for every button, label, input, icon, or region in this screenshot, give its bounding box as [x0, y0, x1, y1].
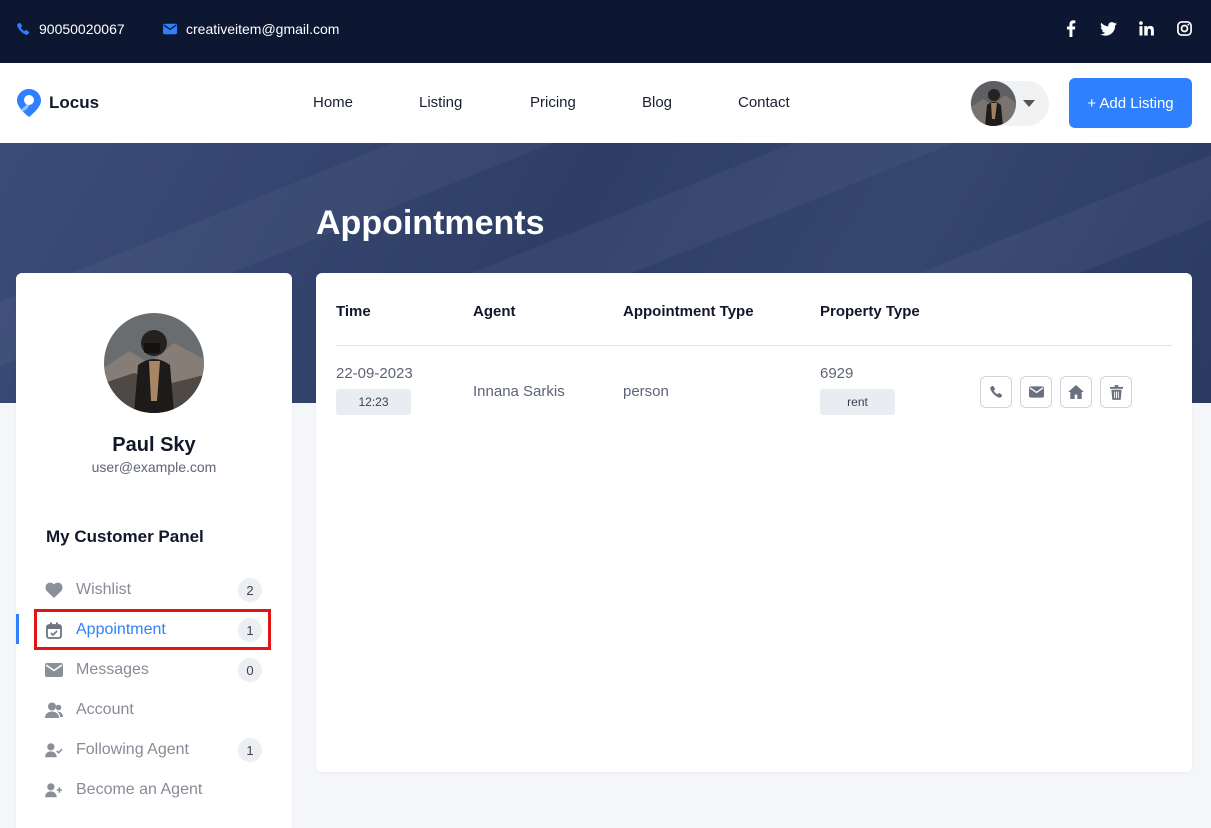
column-header-appointment-type: Appointment Type [623, 303, 754, 320]
sidebar-item-label: Become an Agent [76, 781, 203, 798]
appointment-type: person [623, 383, 669, 400]
sidebar-item-label: Account [76, 701, 134, 718]
nav-home[interactable]: Home [313, 94, 353, 111]
email-contact[interactable]: creativeitem@gmail.com [163, 21, 339, 37]
trash-icon [1109, 384, 1123, 400]
sidebar-item-wishlist[interactable]: Wishlist 2 [16, 572, 292, 608]
sidebar-item-messages[interactable]: Messages 0 [16, 652, 292, 688]
sidebar-item-become-agent[interactable]: Become an Agent [16, 772, 292, 808]
envelope-icon [163, 23, 177, 35]
avatar [971, 81, 1016, 126]
header-divider [336, 345, 1172, 346]
add-listing-button[interactable]: + Add Listing [1069, 78, 1192, 128]
nav-pricing[interactable]: Pricing [530, 94, 576, 111]
phone-number: 90050020067 [39, 21, 125, 37]
profile-email: user@example.com [91, 459, 217, 475]
sidebar-item-following-agent[interactable]: Following Agent 1 [16, 732, 292, 768]
count-badge: 1 [238, 738, 262, 762]
sidebar-item-label: Wishlist [76, 581, 132, 598]
user-plus-icon [45, 781, 63, 799]
nav-blog[interactable]: Blog [642, 94, 672, 111]
location-pin-icon [17, 89, 41, 117]
count-badge: 0 [238, 658, 262, 682]
panel-title: My Customer Panel [46, 527, 204, 546]
nav-contact[interactable]: Contact [738, 94, 790, 111]
property-type-badge: rent [820, 389, 895, 415]
envelope-icon [1028, 386, 1044, 398]
brand-logo[interactable]: Locus [16, 88, 99, 118]
view-property-button[interactable] [1060, 376, 1092, 408]
linkedin-icon[interactable] [1138, 20, 1155, 37]
heart-icon [45, 581, 63, 599]
nav-listing[interactable]: Listing [419, 94, 462, 111]
top-bar: 90050020067 creativeitem@gmail.com [0, 0, 1211, 63]
home-icon [1068, 385, 1084, 399]
customer-sidebar: Paul Sky user@example.com My Customer Pa… [16, 273, 292, 828]
phone-icon [990, 385, 1003, 398]
sidebar-item-account[interactable]: Account [16, 692, 292, 728]
main-navbar: Locus Home Listing Pricing Blog Contact … [0, 63, 1211, 143]
profile-avatar [104, 313, 204, 413]
column-header-property-type: Property Type [820, 303, 920, 320]
appointment-date: 22-09-2023 [336, 365, 413, 382]
appointments-table: Time Agent Appointment Type Property Typ… [316, 273, 1192, 772]
instagram-icon[interactable] [1176, 20, 1193, 37]
user-check-icon [45, 741, 63, 759]
delete-button[interactable] [1100, 376, 1132, 408]
social-links [1062, 20, 1193, 37]
profile-name: Paul Sky [112, 434, 196, 456]
agent-name: Innana Sarkis [473, 383, 565, 400]
chevron-down-icon [1023, 100, 1035, 107]
column-header-time: Time [336, 303, 371, 320]
brand-name: Locus [49, 93, 100, 112]
sidebar-item-label: Following Agent [76, 741, 189, 758]
call-button[interactable] [980, 376, 1012, 408]
email-address: creativeitem@gmail.com [186, 21, 340, 37]
twitter-icon[interactable] [1100, 20, 1117, 37]
email-button[interactable] [1020, 376, 1052, 408]
sidebar-item-label: Messages [76, 661, 149, 678]
property-id: 6929 [820, 365, 854, 382]
page-title: Appointments [316, 204, 545, 242]
facebook-icon[interactable] [1062, 20, 1079, 37]
phone-icon [17, 22, 30, 35]
user-menu-toggle[interactable] [970, 81, 1049, 126]
selection-highlight [34, 609, 271, 650]
phone-contact[interactable]: 90050020067 [16, 21, 125, 37]
count-badge: 2 [238, 578, 262, 602]
envelope-icon [45, 661, 63, 679]
users-icon [45, 701, 63, 719]
column-header-agent: Agent [473, 303, 516, 320]
appointment-time-badge: 12:23 [336, 389, 411, 415]
